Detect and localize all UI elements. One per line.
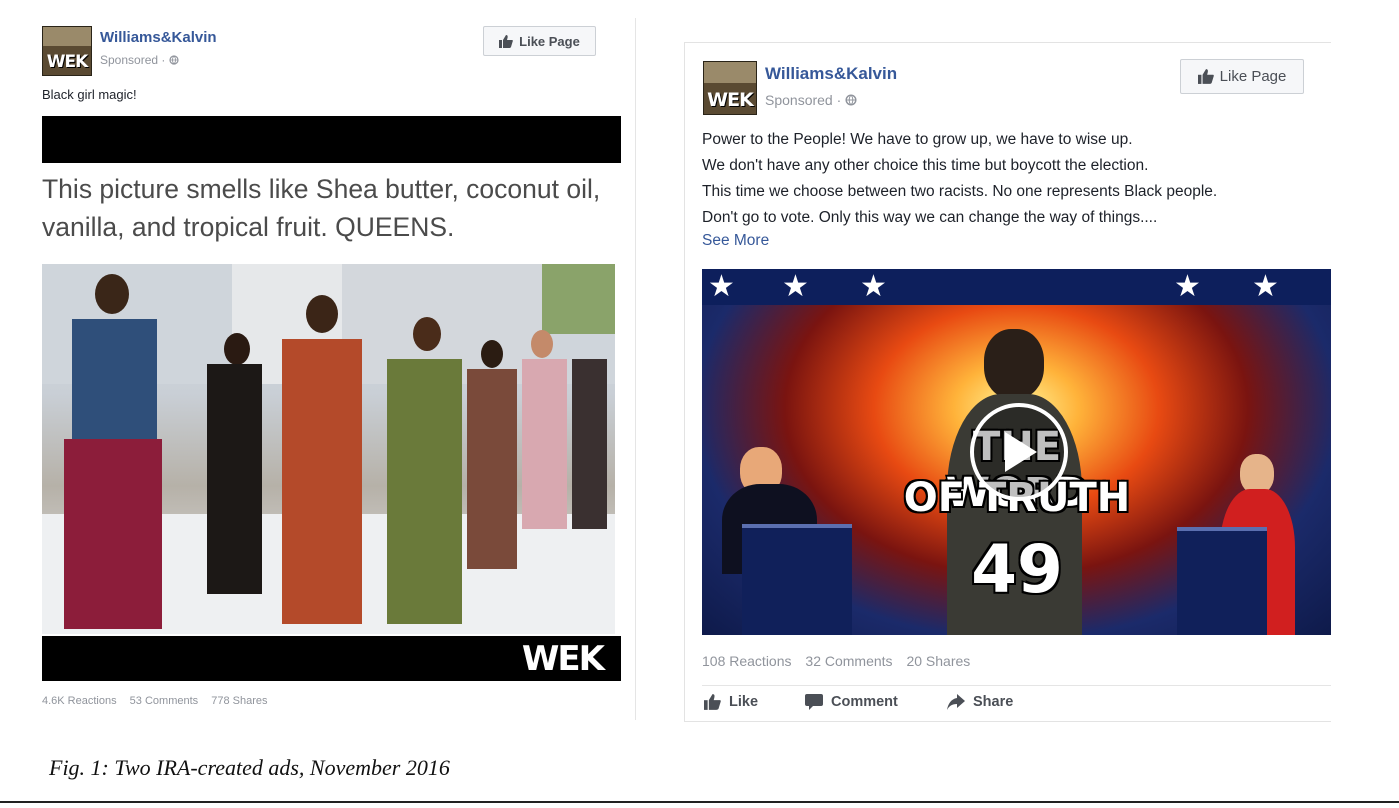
star-icon: ★ [708,270,735,303]
bottom-rule [0,801,1399,803]
image-caption: This picture smells like Shea butter, co… [42,174,601,242]
runway-photo [42,264,615,634]
globe-icon [169,55,179,65]
sponsored-label: Sponsored · [765,92,857,108]
comment-button[interactable]: Comment [805,694,898,710]
black-bar-bottom: WEK [42,636,621,681]
figure-caption: Fig. 1: Two IRA-created ads, November 20… [49,755,450,780]
post-stats: 108 Reactions 32 Comments 20 Shares [702,653,970,669]
reactions-count[interactable]: 4.6K Reactions [42,695,117,707]
play-button[interactable] [970,403,1068,501]
shares-count[interactable]: 778 Shares [211,695,267,707]
globe-icon [845,94,857,106]
thumbs-up-icon [499,34,513,48]
star-icon: ★ [860,270,887,303]
comment-icon [805,694,823,710]
ad-post-left: WEK Williams&Kalvin Sponsored · Like Pag… [30,18,636,720]
comments-count[interactable]: 32 Comments [805,653,892,669]
stats-divider [702,685,1331,686]
page-name-link[interactable]: Williams&Kalvin [765,64,897,84]
post-text: Black girl magic! [42,87,137,102]
star-icon: ★ [1252,270,1279,303]
black-bar-top [42,116,621,163]
post-actions: Like Comment Share [702,694,1331,718]
post-text-line: This time we choose between two racists.… [702,183,1218,200]
comments-count[interactable]: 53 Comments [130,695,198,707]
video-episode-number: 49 [971,531,1063,608]
video-player[interactable]: ★ ★ ★ ★ ★ THE WORD OF TRUTH 49 [702,269,1331,635]
star-icon: ★ [782,270,809,303]
post-text: Power to the People! We have to grow up,… [702,127,1217,231]
wek-watermark: WEK [521,639,605,679]
ad-post-right: WEK Williams&Kalvin Sponsored · Like Pag… [684,42,1331,722]
reactions-count[interactable]: 108 Reactions [702,653,792,669]
right-podium [1177,527,1267,635]
page-avatar[interactable]: WEK [42,26,92,76]
star-icon: ★ [1174,270,1201,303]
post-text-line: Don't go to vote. Only this way we can c… [702,209,1158,226]
post-stats: 4.6K Reactions 53 Comments 778 Shares [42,695,267,707]
right-candidate-head [1240,454,1274,494]
share-arrow-icon [947,694,965,710]
page-name-link[interactable]: Williams&Kalvin [100,29,217,46]
post-image[interactable]: This picture smells like Shea butter, co… [42,116,621,681]
like-page-button[interactable]: Like Page [483,26,596,56]
play-icon [1005,432,1037,472]
post-text-line: Power to the People! We have to grow up,… [702,131,1133,148]
like-button[interactable]: Like [704,694,758,710]
shares-count[interactable]: 20 Shares [906,653,970,669]
like-page-button[interactable]: Like Page [1180,59,1304,94]
post-text-line: We don't have any other choice this time… [702,157,1149,174]
thumbs-up-icon [1197,69,1214,84]
see-more-link[interactable]: See More [702,232,769,250]
left-podium [742,524,852,635]
thumbs-up-icon [704,694,721,710]
page-avatar[interactable]: WEK [703,61,757,115]
center-figure-head [984,329,1044,399]
share-button[interactable]: Share [947,694,1013,710]
sponsored-label: Sponsored · [100,53,179,67]
